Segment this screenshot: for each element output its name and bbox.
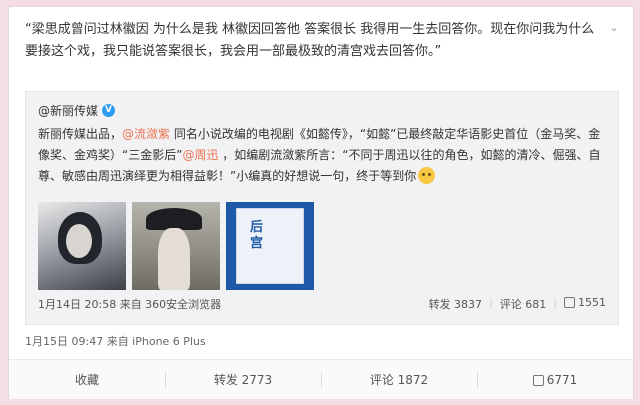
like-button[interactable]: 6771 [477, 360, 633, 399]
repost-forward-count[interactable]: 转发 3837 [429, 296, 483, 312]
repost-comment-count[interactable]: 评论 681 [500, 296, 547, 312]
comment-button[interactable]: 评论 1872 [321, 360, 477, 399]
like-count: 6771 [546, 373, 578, 387]
action-bar: 收藏 转发 2773 评论 1872 6771 [9, 359, 633, 399]
repost-author[interactable]: @新丽传媒 V [38, 102, 116, 119]
repost-text-part: 新丽传媒出品， [38, 127, 123, 141]
book-cover [236, 208, 304, 284]
author-name[interactable]: @新丽传媒 [38, 102, 98, 119]
thumbs-up-icon [532, 375, 544, 386]
post-text: “梁思成曾问过林徽因 为什么是我 林徽因回答他 答案很长 我得用一生去回答你。现… [25, 22, 595, 59]
book-cover-title: 后宫 [250, 220, 264, 251]
repost-meta[interactable]: 1月14日 20:58 来自 360安全浏览器 [38, 296, 221, 312]
chevron-down-icon[interactable]: ⌄ [607, 21, 621, 35]
verified-icon: V [102, 104, 116, 117]
image-thumbnails: 后宫 [38, 202, 314, 290]
repost-text: 新丽传媒出品，@流潋紫 同名小说改编的电视剧《如懿传》，“如懿”已最终敲定华语影… [38, 124, 610, 187]
repost-like-count: 1551 [578, 296, 606, 309]
thumbnail-image[interactable] [132, 202, 220, 290]
repost-stats: 转发 3837 | 评论 681 | 1551 [428, 296, 606, 312]
mention-link[interactable]: @流潋紫 [122, 127, 170, 141]
cry-emoji-icon [418, 167, 436, 184]
weibo-card: ⌄ “梁思成曾问过林徽因 为什么是我 林徽因回答他 答案很长 我得用一生去回答你… [8, 6, 634, 399]
repost-like[interactable]: 1551 [564, 296, 606, 312]
thumbnail-image[interactable]: 后宫 [226, 202, 314, 290]
collect-button[interactable]: 收藏 [9, 360, 165, 399]
thumbs-up-icon [564, 297, 575, 308]
post-meta[interactable]: 1月15日 09:47 来自 iPhone 6 Plus [25, 333, 206, 349]
thumbnail-image[interactable] [38, 202, 126, 290]
mention-link[interactable]: @周迅 [182, 148, 218, 162]
reposted-card[interactable]: @新丽传媒 V 新丽传媒出品，@流潋紫 同名小说改编的电视剧《如懿传》，“如懿”… [25, 91, 619, 325]
forward-button[interactable]: 转发 2773 [165, 360, 321, 399]
